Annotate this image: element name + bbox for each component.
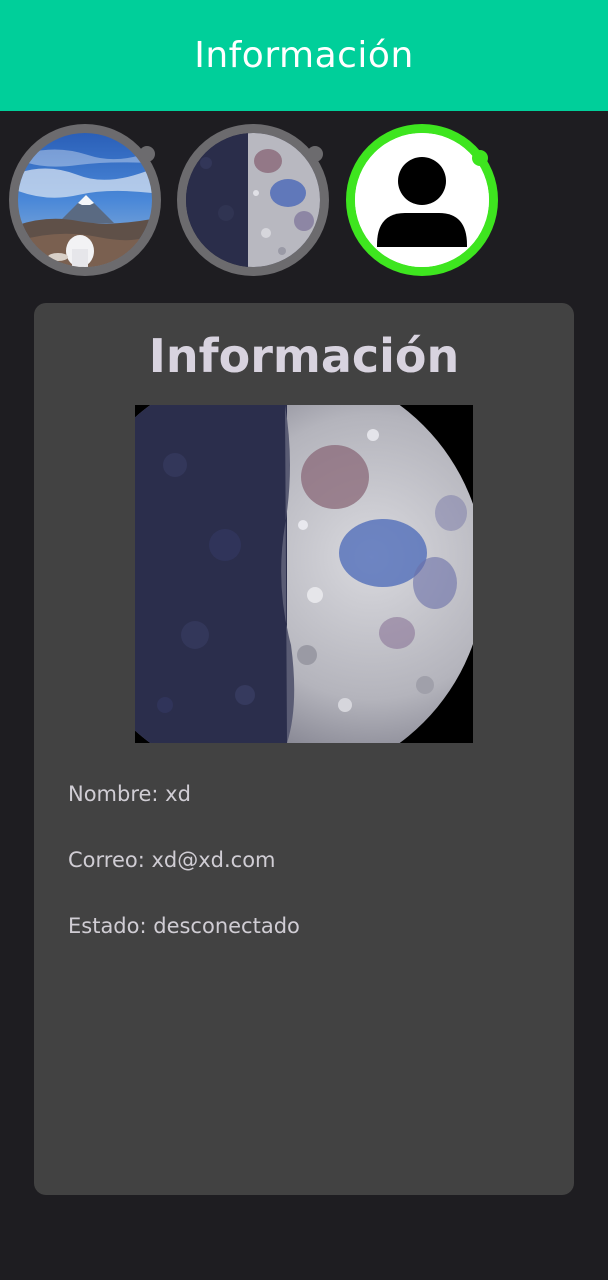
info-nombre: Nombre: xd	[68, 782, 191, 806]
avatar-default-user[interactable]	[346, 124, 498, 276]
app-bar: Información	[0, 0, 608, 111]
status-dot-online	[472, 150, 488, 166]
avatar-mountain[interactable]	[9, 124, 161, 276]
mountain-photo-icon	[18, 133, 152, 267]
info-correo: Correo: xd@xd.com	[68, 848, 276, 872]
info-estado: Estado: desconectado	[68, 914, 300, 938]
avatar-moon[interactable]	[177, 124, 329, 276]
info-card: Información Nombre: xd Correo: xd@xd.com…	[34, 303, 574, 1195]
status-dot	[307, 146, 323, 162]
moon-photo-icon	[186, 133, 320, 267]
user-icon	[355, 133, 489, 267]
moon-photo-icon	[135, 405, 473, 743]
status-dot	[139, 146, 155, 162]
avatar-list	[0, 124, 608, 280]
app-bar-title: Información	[194, 35, 414, 76]
card-title: Información	[148, 329, 460, 383]
